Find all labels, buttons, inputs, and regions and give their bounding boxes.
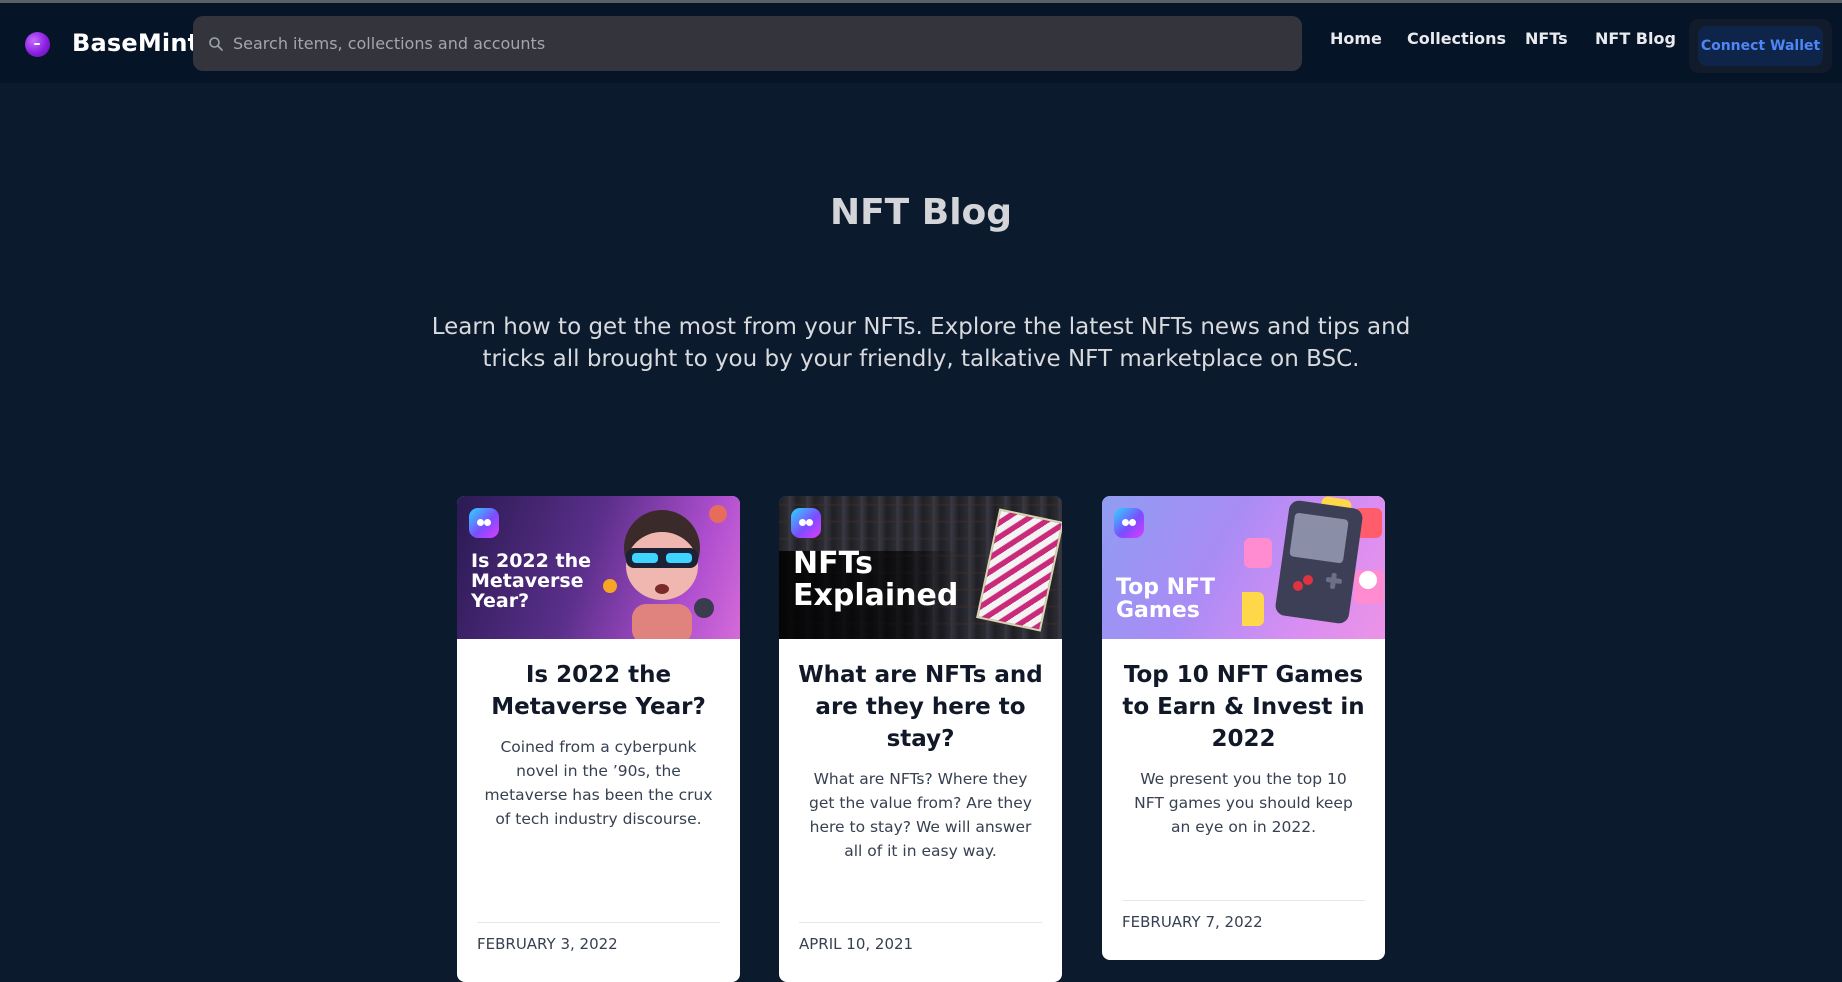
- top-nft-games-thumbnail[interactable]: Top NFT Games: [1102, 496, 1385, 639]
- search-icon: [209, 37, 223, 51]
- thumbnail-caption: Is 2022 the Metaverse Year?: [471, 550, 591, 612]
- thumbnail-caption: NFTs Explained: [793, 546, 959, 613]
- basemint-logo-icon[interactable]: [25, 32, 50, 57]
- thumbnail-caption: Top NFT Games: [1116, 575, 1216, 624]
- connect-wallet-button[interactable]: Connect Wallet: [1698, 26, 1823, 66]
- brand-badge-icon: [469, 508, 499, 538]
- nfts-explained-thumbnail[interactable]: NFTs Explained: [779, 496, 1062, 639]
- search-bar[interactable]: [193, 16, 1302, 71]
- gameboy-illustration: [1242, 496, 1384, 626]
- brand-badge-icon: [1114, 508, 1144, 538]
- card-date: FEBRUARY 7, 2022: [1122, 900, 1365, 960]
- page-title: NFT Blog: [829, 192, 1013, 233]
- brand-badge-icon: [791, 508, 821, 538]
- card-date: FEBRUARY 3, 2022: [477, 922, 720, 982]
- search-input[interactable]: [233, 16, 1283, 71]
- card-excerpt: What are NFTs? Where they get the value …: [809, 770, 1032, 860]
- card-title[interactable]: Top 10 NFT Games to Earn & Invest in 202…: [1118, 659, 1369, 755]
- nav-nft-blog[interactable]: NFT Blog: [1595, 29, 1676, 48]
- card-excerpt: We present you the top 10 NFT games you …: [1134, 770, 1353, 836]
- blog-card-nfts-explained[interactable]: NFTs Explained What are NFTs and are the…: [779, 496, 1062, 982]
- nav-nfts[interactable]: NFTs: [1525, 29, 1568, 48]
- wallet-button-wrapper: Connect Wallet: [1689, 19, 1832, 73]
- nav-home[interactable]: Home: [1330, 29, 1382, 48]
- card-title[interactable]: What are NFTs and are they here to stay?: [795, 659, 1046, 755]
- metaverse-thumbnail[interactable]: Is 2022 the Metaverse Year?: [457, 496, 740, 639]
- blog-card-metaverse[interactable]: Is 2022 the Metaverse Year? Is 2022 the …: [457, 496, 740, 982]
- page-intro: Learn how to get the most from your NFTs…: [431, 314, 1411, 372]
- card-date: APRIL 10, 2021: [799, 922, 1042, 982]
- card-excerpt: Coined from a cyberpunk novel in the ’90…: [484, 738, 713, 828]
- blog-card-top-nft-games[interactable]: Top NFT Games Top 10 NFT Games to Earn &…: [1102, 496, 1385, 960]
- vr-character-illustration: [603, 505, 727, 639]
- card-title[interactable]: Is 2022 the Metaverse Year?: [473, 659, 724, 723]
- brand-name[interactable]: BaseMint: [72, 29, 199, 57]
- nav-collections[interactable]: Collections: [1407, 29, 1506, 48]
- navbar: BaseMint Home Collections NFTs NFT Blog …: [0, 3, 1842, 83]
